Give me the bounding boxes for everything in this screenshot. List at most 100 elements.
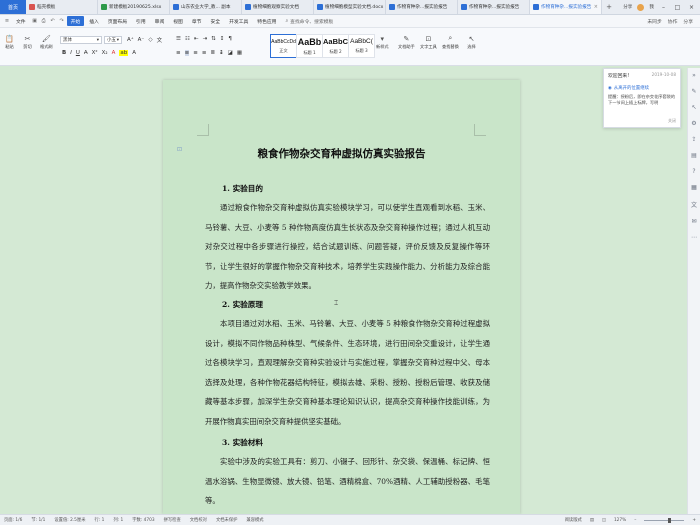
select-button[interactable]: ↖ 选择 <box>466 33 477 50</box>
menu-security[interactable]: 安全 <box>206 16 224 26</box>
line-spacing-icon[interactable]: ↨ <box>219 50 224 56</box>
menu-layout[interactable]: 页面布局 <box>104 16 131 26</box>
close-window-icon[interactable]: × <box>687 4 696 11</box>
increase-indent-icon[interactable]: ⇥ <box>202 36 207 42</box>
status-protect[interactable]: 文档未保护 <box>216 517 237 523</box>
menu-insert[interactable]: 插入 <box>85 16 103 26</box>
comment-panel-icon[interactable]: ✉ <box>691 218 696 225</box>
minimize-icon[interactable]: – <box>659 4 668 11</box>
zoom-level[interactable]: 127% <box>614 518 626 523</box>
view-read-icon[interactable]: 阅读版式 <box>565 517 582 523</box>
clear-format-icon[interactable]: ◇ <box>148 37 152 43</box>
format-brush-button[interactable]: 🖌 格式刷 <box>40 33 53 50</box>
notification-close[interactable]: 关闭 <box>668 118 676 124</box>
document-tab[interactable]: 植物细胞观察实验文档 <box>242 0 314 14</box>
close-tab-icon[interactable]: × <box>594 4 598 10</box>
menu-chapter[interactable]: 章节 <box>188 16 206 26</box>
view-web-icon[interactable]: ◫ <box>602 518 606 523</box>
share-button[interactable]: 分享 <box>683 18 693 25</box>
menu-file[interactable]: 文件 <box>12 16 30 26</box>
find-replace-button[interactable]: ⌕ 查找替换 <box>442 33 459 50</box>
document-tab[interactable]: 作物育种杂...报实验报告 <box>386 0 458 14</box>
phonetic-icon[interactable]: 文 <box>157 36 163 44</box>
document-tab[interactable]: 新建模板20190625.xlsx <box>98 0 170 14</box>
distribute-icon[interactable]: ≣ <box>210 50 215 56</box>
document-page[interactable]: ⊡ 粮食作物杂交育种虚拟仿真实验报告 1. 实验目的 通过粮食作物杂交育种虚拟仿… <box>163 80 520 514</box>
subscript-icon[interactable]: X₂ <box>102 50 108 56</box>
more-panel-icon[interactable]: ⋯ <box>691 234 697 241</box>
bullet-list-icon[interactable]: ☰ <box>176 36 181 42</box>
share-panel-icon[interactable]: ⇪ <box>691 136 696 143</box>
borders-icon[interactable]: ▦ <box>237 50 242 56</box>
menu-view[interactable]: 视图 <box>169 16 187 26</box>
status-words[interactable]: 字数: 4703 <box>132 517 154 523</box>
new-tab-icon[interactable]: + <box>602 0 616 14</box>
chinese-layout-icon[interactable]: ⇅ <box>211 36 216 42</box>
style-heading-2[interactable]: AaBbC 标题 2 <box>322 34 349 58</box>
redo-icon[interactable]: ↷ <box>58 17 66 25</box>
command-search[interactable]: ⌕ 查找命令、搜索模板 <box>281 18 337 25</box>
grow-font-icon[interactable]: A⁺ <box>127 37 134 43</box>
backup-panel-icon[interactable]: ▤ <box>691 152 697 159</box>
cut-button[interactable]: ✂ 剪切 <box>22 33 33 50</box>
zoom-out-icon[interactable]: – <box>634 518 636 523</box>
zoom-slider[interactable] <box>644 517 685 523</box>
document-tab[interactable]: 作物育种杂...报实验报告 <box>458 0 530 14</box>
underline-icon[interactable]: U <box>76 50 80 56</box>
layout-panel-icon[interactable]: ▦ <box>691 184 697 191</box>
superscript-icon[interactable]: X² <box>92 50 98 56</box>
strikethrough-icon[interactable]: A̶ <box>84 50 88 56</box>
font-color-icon[interactable]: A <box>112 50 116 56</box>
select-panel-icon[interactable]: ↖ <box>691 104 696 111</box>
hamburger-icon[interactable]: ≡ <box>3 17 11 25</box>
text-assistant-button[interactable]: ✎ 文档助手 <box>398 33 415 50</box>
save-icon[interactable]: ▣ <box>31 17 39 25</box>
undo-icon[interactable]: ↶ <box>49 17 57 25</box>
align-center-icon[interactable]: ≡ <box>184 50 190 56</box>
paste-button[interactable]: 📋 粘贴 <box>4 33 15 50</box>
style-heading-3[interactable]: AaBbC(标题 3 <box>348 34 375 58</box>
document-tab[interactable]: 山东农业大学_教... 副本 <box>170 0 242 14</box>
welcome-notification[interactable]: 欢迎回来! 2019-10-08 ◉ 从离开的位置继续 提醒：授粉后，即在杂交花序… <box>603 68 681 128</box>
share-top-link[interactable]: 分享 <box>623 4 632 10</box>
menu-start[interactable]: 开始 <box>66 16 85 26</box>
maximize-icon[interactable]: □ <box>673 4 682 11</box>
tab-home[interactable]: 首页 <box>0 0 26 14</box>
menu-developer[interactable]: 开发工具 <box>225 16 252 26</box>
avatar[interactable] <box>637 3 645 11</box>
status-page[interactable]: 页面: 1/6 <box>4 517 22 523</box>
style-heading-1[interactable]: AaBb 标题 1 <box>296 34 323 58</box>
collapse-panel-icon[interactable]: » <box>692 72 696 79</box>
zoom-in-icon[interactable]: + <box>692 518 696 523</box>
align-right-icon[interactable]: ≡ <box>193 50 198 56</box>
document-tab[interactable]: 稻壳模板 <box>26 0 98 14</box>
document-tab[interactable]: 植物细胞模型实验文档.docx <box>314 0 386 14</box>
style-panel-icon[interactable]: ✎ <box>691 88 696 95</box>
numbered-list-icon[interactable]: ☷ <box>185 36 190 42</box>
text-tools-button[interactable]: ⊡ 文字工具 <box>420 33 437 50</box>
print-icon[interactable]: ⎙ <box>40 17 48 25</box>
style-normal[interactable]: AaBbCcDd 正文 <box>270 34 297 58</box>
italic-icon[interactable]: I <box>70 50 72 56</box>
resume-link[interactable]: ◉ 从离开的位置继续 <box>608 85 676 92</box>
help-panel-icon[interactable]: ? <box>692 168 695 175</box>
zoom-knob[interactable] <box>668 517 672 523</box>
font-name-select[interactable]: 黑体 ▾ <box>60 36 102 44</box>
user-label[interactable]: 我 <box>649 4 654 10</box>
new-style-button[interactable]: ▾ 新样式 <box>376 33 389 50</box>
status-track[interactable]: 文档校对 <box>190 517 207 523</box>
view-page-icon[interactable]: ▤ <box>590 518 594 523</box>
align-left-icon[interactable]: ≡ <box>176 50 181 56</box>
shading-icon[interactable]: ◪ <box>228 50 233 56</box>
settings-panel-icon[interactable]: ⚙ <box>691 120 696 127</box>
font-size-select[interactable]: 小五 ▾ <box>104 36 122 44</box>
decrease-indent-icon[interactable]: ⇤ <box>194 36 199 42</box>
show-marks-icon[interactable]: ¶ <box>228 36 232 42</box>
status-spell[interactable]: 拼写检查 <box>164 517 181 523</box>
shrink-font-icon[interactable]: A⁻ <box>138 37 145 43</box>
sort-icon[interactable]: ↕ <box>220 36 225 42</box>
document-tab-active[interactable]: 作物育种杂...报实验报告 × <box>530 0 602 14</box>
char-border-icon[interactable]: A <box>132 50 136 56</box>
bold-icon[interactable]: B <box>62 50 66 56</box>
highlight-icon[interactable]: ab <box>119 50 129 56</box>
